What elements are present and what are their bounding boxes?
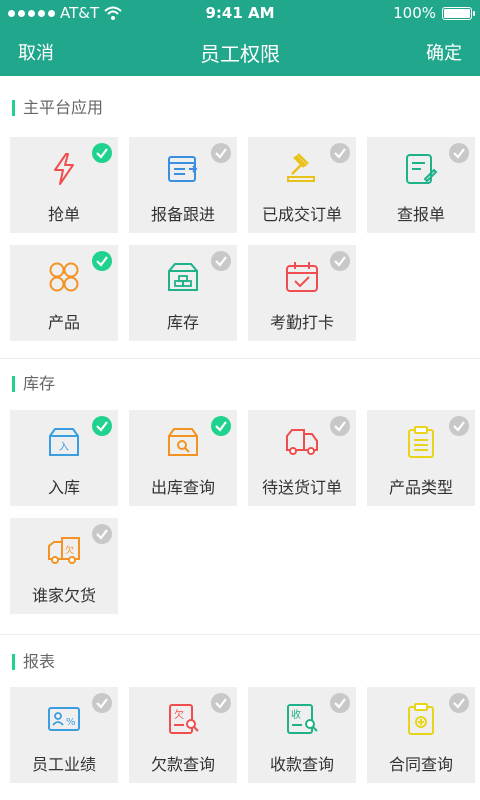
tile-label: 收款查询: [269, 755, 334, 774]
truck-icon: [286, 429, 318, 455]
id-card-icon: %: [48, 707, 80, 731]
tile-label: 员工业绩: [31, 755, 96, 774]
tile-products[interactable]: 产品: [10, 245, 118, 341]
tile-closed-orders[interactable]: 已成交订单: [248, 137, 356, 233]
checkmark-icon: [211, 693, 231, 713]
tile-label: 考勤打卡: [269, 313, 334, 332]
debt-search-icon: 欠: [169, 704, 199, 734]
grid-icon: [49, 262, 79, 292]
battery-percent: 100%: [393, 4, 436, 22]
tile-who-owes-goods[interactable]: 欠 谁家欠货: [10, 518, 118, 614]
tile-payment-query[interactable]: 收 收款查询: [248, 687, 356, 783]
tile-stock-out-query[interactable]: 出库查询: [129, 410, 237, 506]
tile-pending-delivery[interactable]: 待送货订单: [248, 410, 356, 506]
contract-icon: [408, 703, 434, 735]
tile-grab-order[interactable]: 抢单: [10, 137, 118, 233]
tile-label: 待送货订单: [261, 478, 342, 497]
svg-text:欠: 欠: [174, 708, 184, 721]
svg-text:入: 入: [59, 442, 69, 453]
tile-label: 入库: [47, 478, 80, 497]
tile-debt-query[interactable]: 欠 欠款查询: [129, 687, 237, 783]
truck-owe-icon: 欠: [48, 537, 80, 564]
checkmark-icon: [211, 416, 231, 436]
warehouse-icon: [168, 263, 198, 291]
battery-icon: [442, 6, 475, 20]
section-title-main-apps: 主平台应用: [12, 100, 103, 116]
document-edit-icon: [406, 154, 438, 184]
section-divider: [0, 358, 480, 359]
tile-label: 谁家欠货: [31, 586, 96, 605]
tile-report-followup[interactable]: 报备跟进: [129, 137, 237, 233]
tile-stock-in[interactable]: 入 入库: [10, 410, 118, 506]
checkmark-icon: [92, 693, 112, 713]
tile-label: 库存: [166, 313, 199, 332]
checkmark-icon: [330, 251, 350, 271]
tile-label: 产品: [47, 313, 80, 332]
page-title: 员工权限: [200, 42, 280, 66]
tile-label: 查报单: [396, 205, 445, 224]
tile-label: 欠款查询: [150, 755, 215, 774]
checkmark-icon: [449, 693, 469, 713]
checkmark-icon: [92, 416, 112, 436]
checkmark-icon: [92, 251, 112, 271]
section-divider: [0, 634, 480, 635]
calendar-check-icon: [286, 262, 318, 292]
tile-label: 出库查询: [150, 478, 215, 497]
status-bar: AT&T 9:41 AM 100%: [0, 0, 480, 26]
svg-text:欠: 欠: [65, 544, 74, 556]
tile-label: 抢单: [47, 205, 80, 224]
section-title-inventory: 库存: [12, 376, 55, 392]
checkmark-icon: [330, 693, 350, 713]
checkmark-icon: [449, 416, 469, 436]
tile-label: 产品类型: [388, 478, 453, 497]
tile-staff-performance[interactable]: % 员工业绩: [10, 687, 118, 783]
tile-product-types[interactable]: 产品类型: [367, 410, 475, 506]
confirm-button[interactable]: 确定: [426, 39, 462, 65]
tile-contract-query[interactable]: 合同查询: [367, 687, 475, 783]
box-in-icon: 入: [49, 428, 79, 456]
receipt-search-icon: 收: [287, 704, 318, 734]
tile-attendance[interactable]: 考勤打卡: [248, 245, 356, 341]
tile-check-reports[interactable]: 查报单: [367, 137, 475, 233]
report-icon: [168, 156, 198, 182]
tile-label: 报备跟进: [150, 205, 215, 224]
checkmark-icon: [211, 143, 231, 163]
nav-bar: 取消 员工权限 确定: [0, 26, 480, 76]
tile-label: 已成交订单: [261, 205, 342, 224]
clipboard-icon: [408, 426, 434, 458]
checkmark-icon: [92, 143, 112, 163]
checkmark-icon: [330, 416, 350, 436]
box-search-icon: [168, 428, 198, 456]
svg-text:收: 收: [291, 708, 301, 721]
gavel-icon: [287, 153, 315, 182]
checkmark-icon: [211, 251, 231, 271]
checkmark-icon: [449, 143, 469, 163]
battery-group: 100%: [393, 4, 475, 22]
checkmark-icon: [92, 524, 112, 544]
svg-text:%: %: [66, 717, 76, 728]
section-title-reports: 报表: [12, 654, 55, 670]
checkmark-icon: [330, 143, 350, 163]
tile-label: 合同查询: [388, 755, 453, 774]
lightning-icon: [54, 153, 74, 185]
tile-inventory[interactable]: 库存: [129, 245, 237, 341]
